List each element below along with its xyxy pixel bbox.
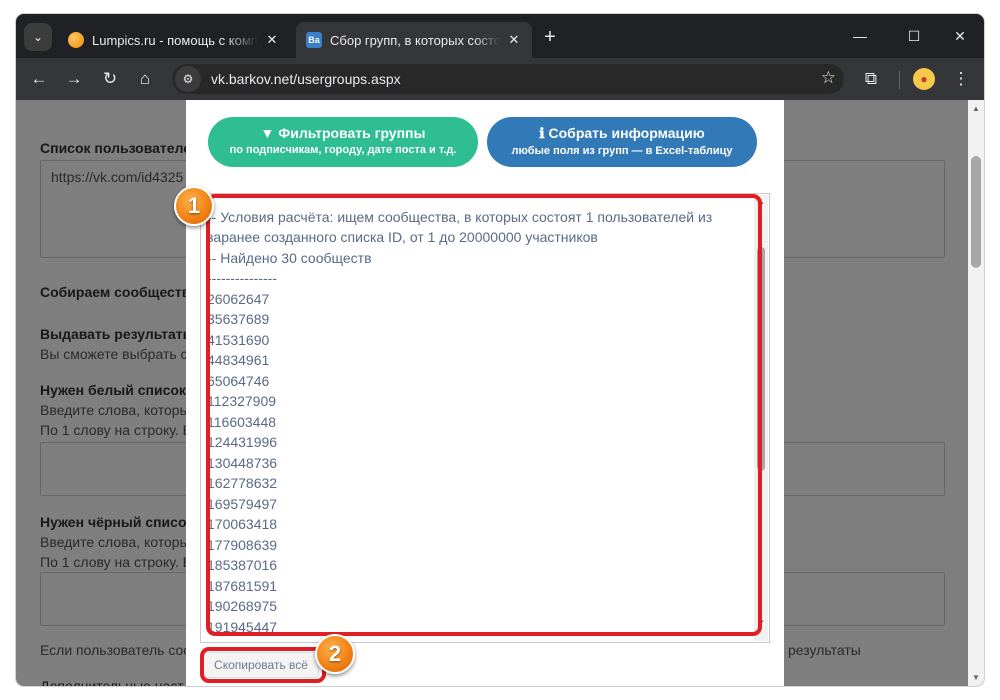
browser-window: ⌄ Lumpics.ru - помощь с компьютером ✕ Ва… bbox=[16, 14, 984, 686]
results-modal: ▼ Фильтровать группы по подписчикам, гор… bbox=[186, 100, 784, 686]
info-icon: ℹ bbox=[539, 125, 549, 141]
highlight-copy-button bbox=[200, 647, 326, 683]
bookmark-star-icon[interactable]: ☆ bbox=[821, 68, 836, 88]
tab-close-icon[interactable]: ✕ bbox=[506, 32, 522, 48]
step-badge-2: 2 bbox=[315, 634, 355, 674]
lumpics-icon bbox=[68, 32, 84, 48]
highlight-results bbox=[206, 194, 762, 636]
page-scrollbar[interactable]: ▲ ▼ bbox=[968, 100, 984, 686]
close-window-icon[interactable]: ✕ bbox=[945, 24, 975, 48]
tab-search-chevron-icon[interactable]: ⌄ bbox=[24, 23, 52, 51]
back-icon[interactable]: ← bbox=[26, 66, 52, 92]
scroll-down-arrow-icon[interactable]: ▼ bbox=[971, 673, 981, 682]
collect-info-button[interactable]: ℹ Собрать информацию любые поля из групп… bbox=[487, 117, 757, 167]
tab-vk-barkov[interactable]: Ва Сбор групп, в которых состоят пользов… bbox=[296, 22, 532, 58]
page-scrollbar-thumb[interactable] bbox=[971, 156, 981, 268]
reload-icon[interactable]: ↻ bbox=[97, 66, 123, 92]
tab-title: Lumpics.ru - помощь с компьютером bbox=[92, 32, 258, 48]
browser-toolbar: ← → ↻ ⌂ ⚙ vk.barkov.net/usergroups.aspx … bbox=[16, 58, 984, 100]
filter-groups-label: Фильтровать группы bbox=[278, 125, 426, 141]
site-info-icon[interactable]: ⚙ bbox=[175, 66, 201, 92]
filter-groups-button[interactable]: ▼ Фильтровать группы по подписчикам, гор… bbox=[208, 117, 478, 167]
forward-icon[interactable]: → bbox=[61, 66, 87, 92]
tab-lumpics[interactable]: Lumpics.ru - помощь с компьютером ✕ bbox=[58, 22, 290, 58]
collect-info-label: Собрать информацию bbox=[548, 125, 705, 141]
extensions-icon[interactable]: ⧉ bbox=[858, 66, 884, 92]
step-badge-1: 1 bbox=[174, 186, 214, 226]
home-icon[interactable]: ⌂ bbox=[132, 66, 158, 92]
scroll-up-arrow-icon[interactable]: ▲ bbox=[971, 104, 981, 113]
maximize-icon[interactable]: ☐ bbox=[899, 24, 929, 48]
url-text: vk.barkov.net/usergroups.aspx bbox=[211, 71, 401, 87]
collect-info-sublabel: любые поля из групп — в Excel-таблицу bbox=[511, 145, 733, 157]
tab-strip: ⌄ Lumpics.ru - помощь с компьютером ✕ Ва… bbox=[16, 14, 984, 58]
tab-close-icon[interactable]: ✕ bbox=[264, 32, 280, 48]
new-tab-button[interactable]: + bbox=[538, 26, 562, 50]
tab-title: Сбор групп, в которых состоят пользовате… bbox=[330, 32, 500, 48]
profile-avatar[interactable]: ● bbox=[913, 68, 935, 90]
filter-icon: ▼ bbox=[260, 125, 279, 141]
toolbar-divider bbox=[899, 71, 900, 89]
minimize-icon[interactable]: — bbox=[845, 24, 875, 48]
page-viewport: Список пользователей https://vk.com/id43… bbox=[16, 100, 984, 686]
menu-icon[interactable]: ⋮ bbox=[948, 66, 974, 92]
vk-icon: Ва bbox=[306, 32, 322, 48]
filter-groups-sublabel: по подписчикам, городу, дате поста и т.д… bbox=[229, 144, 457, 156]
address-bar[interactable]: ⚙ vk.barkov.net/usergroups.aspx ☆ bbox=[172, 64, 844, 94]
